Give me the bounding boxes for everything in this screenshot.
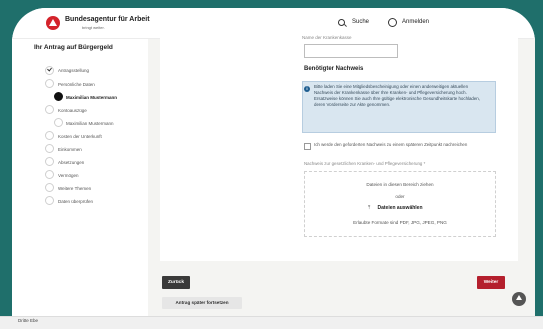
step-status-icon	[45, 131, 54, 140]
info-icon: i	[304, 86, 310, 92]
step-status-icon	[45, 196, 54, 205]
step-status-icon	[45, 66, 54, 75]
sidebar-substep-active[interactable]: Maximilian Mustermann	[66, 95, 117, 100]
upload-label: Nachweis zur gesetzlichen Kranken- und P…	[304, 161, 426, 166]
next-button[interactable]: Weiter	[477, 276, 505, 289]
search-link[interactable]: Suche	[352, 19, 369, 25]
brand-subtitle: bringt weiter.	[82, 25, 105, 30]
step-status-icon	[45, 105, 54, 114]
insurance-field-label: Name der Krankenkasse	[302, 35, 352, 40]
continue-later-button[interactable]: Antrag später fortsetzen	[162, 297, 242, 309]
sidebar-step[interactable]: Persönliche Daten	[58, 82, 95, 87]
sidebar-step[interactable]: Einkommen	[58, 147, 82, 152]
select-files-button[interactable]: Dateien auswählen	[304, 205, 496, 211]
back-button[interactable]: Zurück	[162, 276, 190, 289]
step-status-icon	[45, 170, 54, 179]
brand-title[interactable]: Bundesagentur für Arbeit	[65, 16, 150, 23]
search-icon[interactable]	[338, 19, 345, 26]
sidebar-step[interactable]: Weitere Themen	[58, 186, 91, 191]
insurance-input[interactable]	[304, 44, 398, 58]
sidebar-step[interactable]: Antragsstellung	[58, 68, 89, 73]
allowed-formats: Erlaubte Formate sind PDF, JPG, JPEG, PN…	[353, 220, 447, 225]
user-icon[interactable]	[388, 18, 397, 27]
bottom-strip	[0, 316, 543, 329]
sidebar-step[interactable]: Absetzungen	[58, 160, 84, 165]
sidebar-step[interactable]: Daten überprüfen	[58, 199, 93, 204]
sidebar	[12, 39, 148, 318]
dropzone-or: oder	[395, 194, 405, 199]
step-status-icon	[45, 79, 54, 88]
submit-later-checkbox[interactable]	[304, 143, 311, 150]
sidebar-title: Ihr Antrag auf Bürgergeld	[34, 44, 113, 51]
step-active-icon	[54, 92, 63, 101]
step-status-icon	[45, 183, 54, 192]
step-status-icon	[45, 157, 54, 166]
step-status-icon	[54, 118, 63, 127]
sidebar-substep[interactable]: Maximilian Mustermann	[66, 121, 114, 126]
info-text: Bitte laden Sie eine Mitgliedsbescheinig…	[314, 84, 480, 108]
ba-logo-icon[interactable]	[46, 16, 60, 30]
scroll-to-top-icon[interactable]	[512, 292, 526, 306]
step-status-icon	[45, 144, 54, 153]
submit-later-label[interactable]: Ich werde den geforderten Nachweis zu ei…	[314, 142, 484, 148]
sidebar-step[interactable]: Kosten der Unterkunft	[58, 134, 102, 139]
section-title: Benötigter Nachweis	[304, 66, 364, 72]
login-link[interactable]: Anmelden	[402, 19, 429, 25]
sidebar-step[interactable]: Vermögen	[58, 173, 79, 178]
dropzone-text: Dateien in diesen Bereich ziehen	[366, 182, 434, 187]
bottom-tab-label[interactable]: Dritte Ebe	[18, 318, 38, 323]
sidebar-step[interactable]: Kontoauszüge	[58, 108, 87, 113]
file-dropzone[interactable]	[304, 171, 496, 237]
